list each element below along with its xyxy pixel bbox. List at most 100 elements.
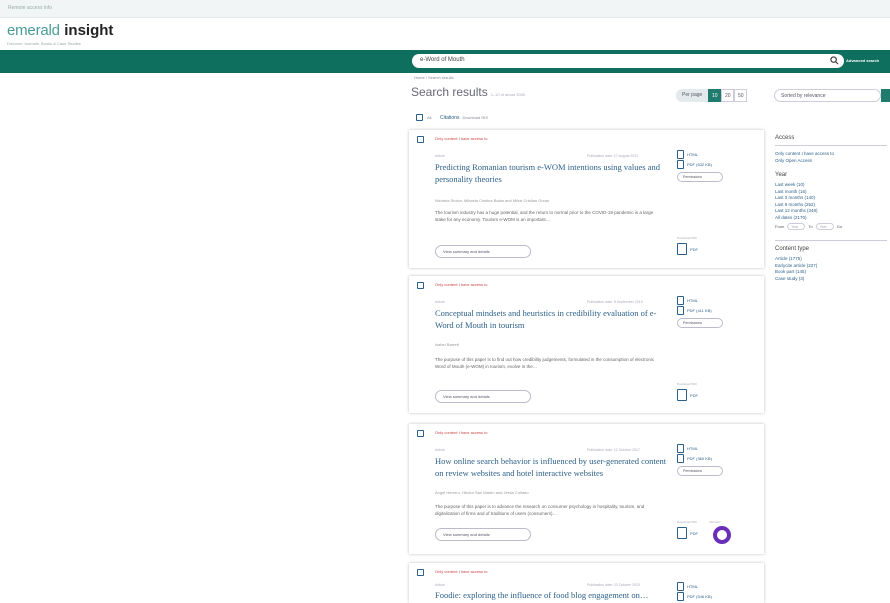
download-pdf[interactable]: Download PDF PDF	[677, 520, 698, 539]
pdf-link[interactable]: PDF (546 KB)	[677, 591, 712, 601]
from-year-input[interactable]: Year	[787, 223, 806, 230]
pdf-link-label: PDF (546 KB)	[687, 593, 712, 599]
pdf-link-label: PDF (632 KB)	[687, 161, 712, 167]
emerald-insight-logo[interactable]: emerald insight Discover Journals, Books…	[7, 22, 114, 46]
html-link[interactable]: HTML	[677, 295, 723, 305]
filter-access-open[interactable]: Only Open Access	[775, 158, 887, 165]
result-title-link[interactable]: Predicting Romanian tourism e-WOM intent…	[435, 161, 670, 185]
result-card-1: Only content I have access to Article Pu…	[409, 130, 764, 268]
per-page-label: Per page	[676, 89, 709, 102]
select-all[interactable]: All	[416, 114, 431, 121]
select-all-checkbox[interactable]	[416, 114, 423, 121]
citations-label: Citations	[440, 115, 460, 121]
result-checkbox[interactable]	[417, 569, 424, 576]
publication-date: Publication date: 12 October 2017	[587, 448, 640, 452]
content-type: Article	[435, 448, 445, 452]
permissions-button[interactable]: Permissions	[677, 466, 723, 476]
divider	[775, 240, 887, 241]
result-title-link[interactable]: Foodie: exploring the influence of food …	[435, 589, 670, 601]
document-icon	[677, 159, 684, 169]
results-count: 1–10 of about 2000	[490, 92, 526, 97]
result-authors[interactable]: Nicoleta Stoica, Mihaela Cristina Balan …	[435, 198, 549, 203]
download-pdf[interactable]: Download PDF PDF	[677, 382, 698, 401]
html-link-label: HTML	[687, 151, 698, 157]
view-summary-button[interactable]: View summary and details	[435, 528, 531, 541]
sort-select[interactable]: Sorted by relevance	[774, 89, 881, 102]
pdf-link[interactable]: PDF (360 KB)	[677, 453, 723, 463]
permissions-button[interactable]: Permissions	[677, 318, 723, 328]
to-year-input[interactable]: Year	[815, 223, 834, 230]
view-summary-button[interactable]: View summary and details	[435, 245, 531, 258]
altmetric-caption: Altmetric	[709, 520, 721, 524]
pdf-icon	[677, 243, 687, 255]
access-badge: Only content I have access to	[435, 136, 488, 141]
per-page-option-10[interactable]: 10	[708, 89, 722, 102]
pdf-label: PDF	[690, 392, 698, 398]
result-authors[interactable]: Ángel Herrero, Héctor San Martín and Jes…	[435, 490, 529, 495]
document-icon	[677, 581, 684, 591]
result-links: HTML PDF (411 KB) Permissions	[677, 295, 723, 328]
access-badge: Only content I have access to	[435, 569, 488, 574]
result-checkbox[interactable]	[417, 430, 424, 437]
result-checkbox[interactable]	[417, 282, 424, 289]
search-icon[interactable]	[830, 56, 839, 65]
document-icon	[677, 591, 684, 601]
download-ris-label: Download RIS	[462, 115, 489, 120]
go-button[interactable]: Go	[837, 224, 842, 229]
result-title-link[interactable]: Conceptual mindsets and heuristics in cr…	[435, 307, 670, 331]
top-notice-text: Remote access info	[8, 5, 52, 11]
breadcrumb[interactable]: Home / Search results	[414, 75, 454, 80]
pdf-icon	[677, 527, 687, 539]
access-badge: Only content I have access to	[435, 430, 488, 435]
pdf-label: PDF	[690, 530, 698, 536]
divider	[775, 145, 887, 146]
content-type: Article	[435, 154, 445, 158]
result-abstract: The purpose of this paper is to advance …	[435, 504, 645, 516]
from-label: From	[775, 224, 785, 229]
advanced-search-link[interactable]: Advanced search	[846, 58, 879, 63]
search-input[interactable]: e-Word of Mouth	[412, 54, 844, 68]
pdf-link-label: PDF (411 KB)	[687, 307, 712, 313]
permissions-button[interactable]: Permissions	[677, 172, 723, 182]
publication-date: Publication date: 8 September 2015	[587, 300, 643, 304]
per-page-option-50[interactable]: 50	[734, 89, 748, 102]
result-checkbox[interactable]	[417, 136, 424, 143]
download-pdf[interactable]: Download PDF PDF	[677, 236, 698, 255]
document-icon	[677, 305, 684, 315]
document-icon	[677, 453, 684, 463]
filter-type-item[interactable]: Case study (3)	[775, 276, 887, 283]
document-icon	[677, 295, 684, 305]
citations-link[interactable]: Citations Download RIS	[440, 115, 488, 121]
sort-dropdown-button[interactable]	[881, 89, 890, 102]
logo-tagline: Discover Journals, Books & Case Studies	[7, 41, 81, 46]
download-pdf-caption: Download PDF	[677, 236, 698, 240]
pdf-label: PDF	[690, 246, 698, 252]
search-query-text: e-Word of Mouth	[420, 57, 465, 63]
page-title: Search results 1–10 of about 2000	[411, 85, 525, 99]
html-link[interactable]: HTML	[677, 149, 723, 159]
per-page-option-20[interactable]: 20	[721, 89, 735, 102]
content-type-heading: Content type	[775, 246, 810, 252]
result-card-2: Only content I have access to Article Pu…	[409, 276, 764, 413]
logo-word-emerald: emerald	[7, 22, 60, 39]
html-link[interactable]: HTML	[677, 443, 723, 453]
per-page-selector: Per page 10 20 50	[676, 89, 748, 102]
view-summary-button[interactable]: View summary and details	[435, 390, 531, 403]
publication-date: Publication date: 17 August 2022	[587, 154, 639, 158]
filter-year-item[interactable]: All dates (2170)	[775, 215, 887, 222]
content-type: Article	[435, 583, 445, 587]
pdf-link[interactable]: PDF (632 KB)	[677, 159, 723, 169]
html-link-label: HTML	[687, 445, 698, 451]
results-title: Search results	[411, 85, 488, 99]
html-link[interactable]: HTML	[677, 581, 712, 591]
html-link-label: HTML	[687, 297, 698, 303]
result-links: HTML PDF (360 KB) Permissions	[677, 443, 723, 476]
pdf-link[interactable]: PDF (411 KB)	[677, 305, 723, 315]
html-link-label: HTML	[687, 583, 698, 589]
result-abstract: The purpose of this paper is to find out…	[435, 357, 655, 369]
result-authors[interactable]: Isabel Barrett	[435, 342, 459, 347]
result-title-link[interactable]: How online search behavior is influenced…	[435, 455, 670, 479]
altmetric-donut-icon[interactable]	[713, 526, 731, 544]
year-filter-heading: Year	[775, 172, 788, 178]
logo-word-insight: insight	[64, 22, 114, 39]
